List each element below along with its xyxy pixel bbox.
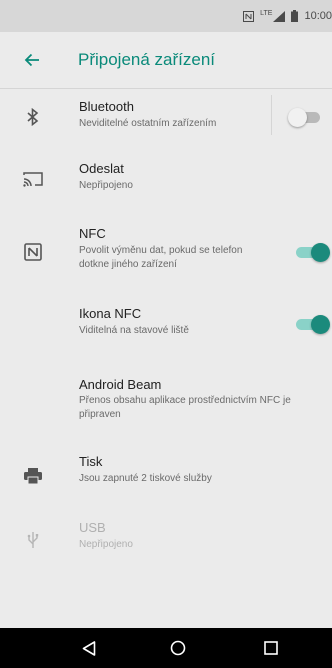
switch-thumb <box>311 243 330 262</box>
print-title: Tisk <box>79 454 103 469</box>
print-icon <box>22 465 44 487</box>
nav-back-button[interactable] <box>59 628 119 668</box>
bluetooth-toggle[interactable] <box>288 107 324 127</box>
bluetooth-subtitle: Neviditelné ostatním zařízením <box>79 118 217 129</box>
switch-thumb <box>311 315 330 334</box>
status-bar: LTE 10:00 <box>0 0 332 32</box>
usb-icon <box>22 529 44 551</box>
clock: 10:00 <box>304 10 332 22</box>
nfc-status-icon <box>243 10 255 22</box>
nfc-title: NFC <box>79 226 106 241</box>
list-item-print[interactable]: Tisk Jsou zapnuté 2 tiskové služby <box>0 444 332 500</box>
android-beam-subtitle: Přenos obsahu aplikace prostřednictvím N… <box>79 395 291 420</box>
back-button[interactable] <box>4 32 60 88</box>
nfc-subtitle: Povolit výměnu dat, pokud se telefon dot… <box>79 245 243 270</box>
usb-title: USB <box>79 520 106 535</box>
circle-home-icon <box>170 640 186 656</box>
nav-home-button[interactable] <box>148 628 208 668</box>
switch-thumb <box>288 108 307 127</box>
triangle-back-icon <box>82 640 96 656</box>
navigation-bar <box>0 628 332 668</box>
app-bar: Připojená zařízení <box>0 32 332 88</box>
nfc-icon-toggle[interactable] <box>294 314 330 334</box>
nav-recents-button[interactable] <box>241 628 301 668</box>
print-subtitle: Jsou zapnuté 2 tiskové služby <box>79 473 212 484</box>
bluetooth-icon <box>22 106 44 128</box>
bluetooth-title: Bluetooth <box>79 99 134 114</box>
cast-title: Odeslat <box>79 161 124 176</box>
cast-icon <box>22 168 44 190</box>
usb-subtitle: Nepřipojeno <box>79 539 133 550</box>
square-recents-icon <box>264 641 278 655</box>
page-title: Připojená zařízení <box>78 50 216 69</box>
arrow-left-icon <box>24 53 39 67</box>
list-item-bluetooth[interactable]: Bluetooth Neviditelné ostatním zařízením <box>0 89 332 146</box>
nfc-icon-subtitle: Viditelná na stavové liště <box>79 325 189 336</box>
nfc-toggle[interactable] <box>294 242 330 262</box>
nfc-icon-title: Ikona NFC <box>79 306 142 321</box>
android-beam-title: Android Beam <box>79 377 162 392</box>
network-type: LTE <box>260 9 273 17</box>
list-item-usb: USB Nepřipojeno <box>0 511 332 567</box>
list-item-cast[interactable]: Odeslat Nepřipojeno <box>0 151 332 211</box>
battery-icon <box>291 10 299 22</box>
list-item-android-beam[interactable]: Android Beam Přenos obsahu aplikace pros… <box>0 367 332 431</box>
list-item-nfc-icon[interactable]: Ikona NFC Viditelná na stavové liště <box>0 297 332 353</box>
nfc-icon <box>22 241 44 263</box>
cast-subtitle: Nepřipojeno <box>79 180 133 191</box>
list-item-nfc[interactable]: NFC Povolit výměnu dat, pokud se telefon… <box>0 219 332 283</box>
lte-signal-icon: LTE <box>260 9 286 22</box>
vertical-divider <box>271 95 272 135</box>
